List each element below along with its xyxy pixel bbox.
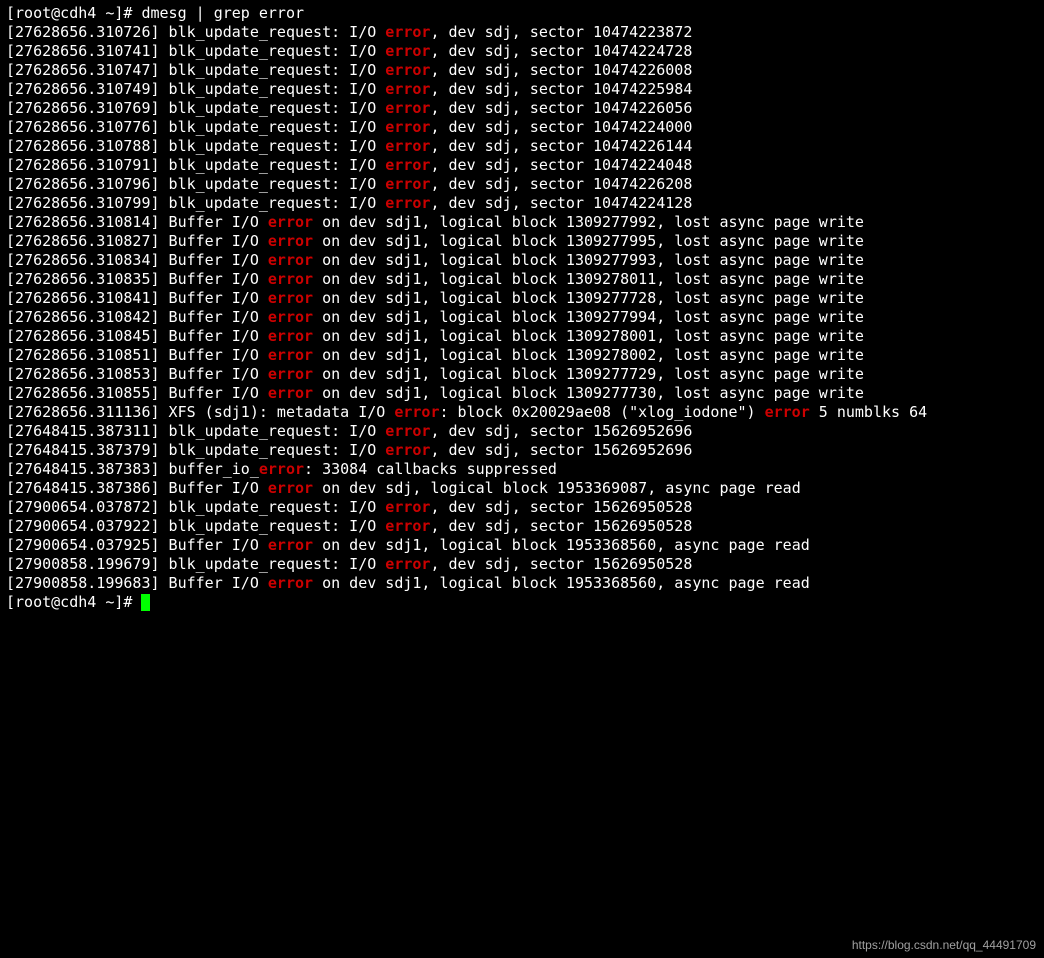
source-watermark: https://blog.csdn.net/qq_44491709 xyxy=(852,938,1036,952)
command: dmesg | grep error xyxy=(141,4,304,22)
prompt: [root@cdh4 ~]# xyxy=(6,4,141,22)
cursor[interactable] xyxy=(141,594,150,611)
prompt: [root@cdh4 ~]# xyxy=(6,593,141,611)
terminal-output[interactable]: [root@cdh4 ~]# dmesg | grep error [27628… xyxy=(6,4,1038,612)
